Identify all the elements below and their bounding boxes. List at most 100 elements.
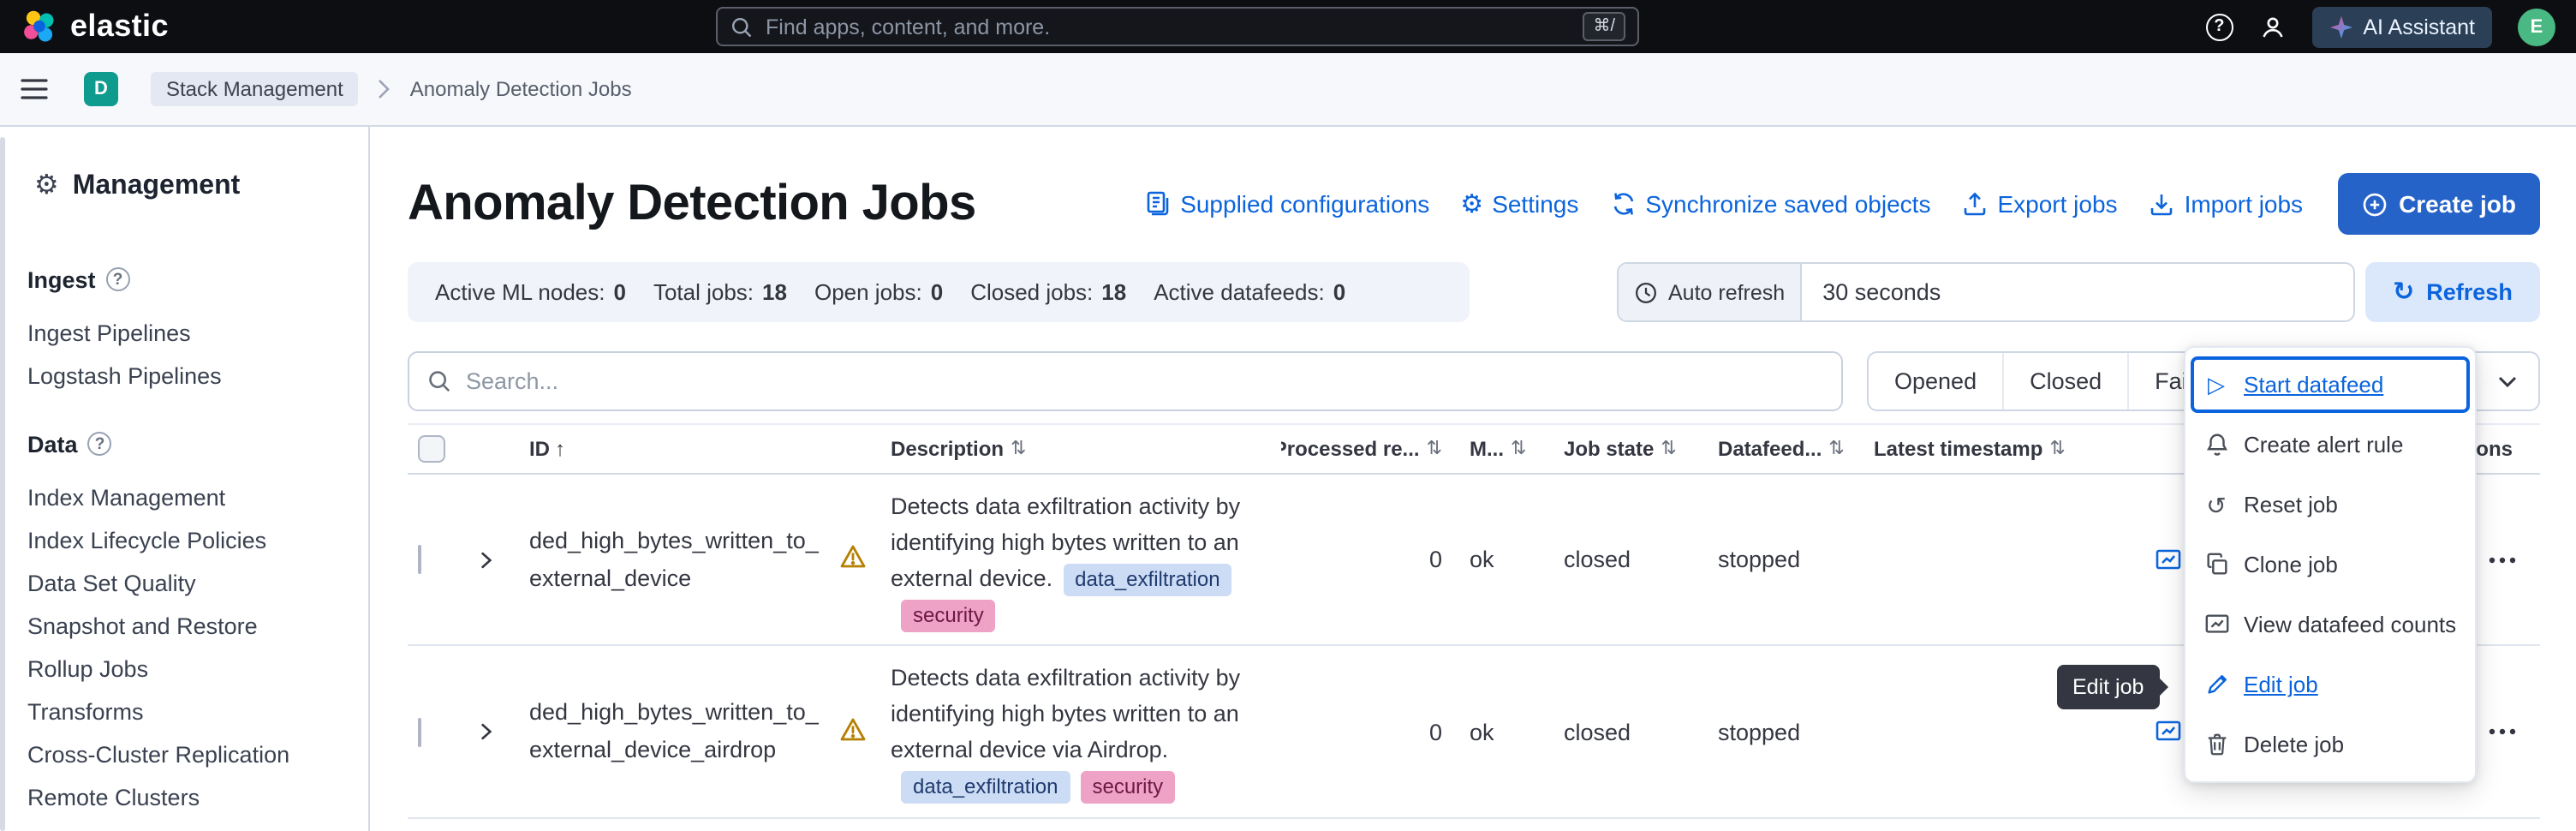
menu-item-reset-job[interactable]: ↺ Reset job: [2185, 475, 2475, 535]
filter-closed[interactable]: Closed: [2004, 353, 2129, 410]
sort-asc-icon: ↑: [555, 439, 565, 459]
copy-icon: [2203, 552, 2230, 577]
create-job-button[interactable]: Create job: [2337, 173, 2540, 235]
column-header-datafeed-state[interactable]: Datafeed...⇅: [1718, 437, 1874, 461]
stat-active-ml-nodes: Active ML nodes:0: [435, 279, 626, 305]
stat-closed-jobs: Closed jobs:18: [970, 279, 1126, 305]
datafeed-state: stopped: [1718, 719, 1874, 744]
jobs-search-input[interactable]: [466, 368, 1824, 394]
sidebar-item-snapshot-and-restore[interactable]: Snapshot and Restore: [27, 605, 368, 648]
breadcrumb-bar: D Stack Management Anomaly Detection Job…: [0, 53, 2576, 127]
users-icon[interactable]: [2258, 13, 2286, 40]
sidebar-item-transforms[interactable]: Transforms: [27, 691, 368, 733]
job-state: closed: [1564, 547, 1718, 572]
stat-open-jobs: Open jobs:0: [814, 279, 943, 305]
gear-icon: ⚙: [1460, 191, 1483, 217]
settings-link[interactable]: ⚙ Settings: [1460, 190, 1578, 218]
sidebar-item-logstash-pipelines[interactable]: Logstash Pipelines: [27, 355, 368, 398]
page-title: Anomaly Detection Jobs: [408, 176, 976, 232]
auto-refresh-control: Auto refresh 30 seconds: [1617, 262, 2355, 322]
brand-name: elastic: [70, 9, 169, 45]
refresh-interval-select[interactable]: 30 seconds: [1802, 264, 2353, 320]
global-header: elastic ⌘/ ? AI: [0, 0, 2576, 53]
row-expand-button[interactable]: [459, 720, 514, 744]
supplied-configurations-link[interactable]: Supplied configurations: [1144, 190, 1429, 218]
chevron-right-icon: [474, 720, 498, 744]
bell-icon: [2203, 432, 2230, 457]
sort-icon: ⇅: [1661, 439, 1676, 458]
sidebar-title: ⚙ Management: [34, 171, 368, 202]
header-actions: ? AI Assistant E: [2205, 6, 2555, 47]
job-id: ded_high_bytes_written_to_external_devic…: [514, 694, 839, 769]
stat-active-datafeeds: Active datafeeds:0: [1154, 279, 1345, 305]
menu-item-create-alert-rule[interactable]: Create alert rule: [2185, 415, 2475, 475]
sidebar-item-ingest-pipelines[interactable]: Ingest Pipelines: [27, 312, 368, 355]
sidebar-heading-ingest: Ingest: [27, 266, 96, 292]
sidebar-item-index-lifecycle-policies[interactable]: Index Lifecycle Policies: [27, 519, 368, 562]
processed-records: 0: [1281, 547, 1449, 572]
breadcrumb-stack-management[interactable]: Stack Management: [151, 72, 359, 106]
export-jobs-link[interactable]: Export jobs: [1961, 190, 2117, 218]
ai-assistant-label: AI Assistant: [2363, 15, 2475, 39]
page-toolbar: Supplied configurations ⚙ Settings: [1144, 173, 2540, 235]
sidebar-item-cross-cluster-replication[interactable]: Cross-Cluster Replication: [27, 733, 368, 776]
view-in-charts-icon[interactable]: [2155, 718, 2182, 745]
job-description: Detects data exfiltration activity by id…: [887, 487, 1278, 631]
brand: elastic: [21, 8, 169, 45]
elastic-logo-icon: [21, 8, 58, 45]
nav-scrollbar[interactable]: [0, 137, 5, 831]
trash-icon: [2203, 732, 2230, 757]
menu-item-view-datafeed-counts[interactable]: View datafeed counts: [2185, 595, 2475, 655]
menu-item-delete-job[interactable]: Delete job: [2185, 714, 2475, 774]
sidebar-item-migrate[interactable]: Migrate: [27, 819, 368, 831]
column-header-job-state[interactable]: Job state⇅: [1564, 437, 1718, 461]
tag-badge: data_exfiltration: [901, 771, 1070, 804]
row-actions-menu-button[interactable]: [2489, 728, 2516, 735]
memory-status: ok: [1449, 719, 1564, 744]
deployment-badge[interactable]: D: [84, 72, 118, 106]
select-all-checkbox[interactable]: [418, 435, 445, 463]
jobs-search[interactable]: [408, 351, 1843, 411]
row-expand-button[interactable]: [459, 547, 514, 571]
avatar[interactable]: E: [2518, 8, 2555, 45]
sidebar-item-remote-clusters[interactable]: Remote Clusters: [27, 776, 368, 819]
tag-badge: security: [901, 599, 996, 631]
sidebar-item-data-set-quality[interactable]: Data Set Quality: [27, 562, 368, 605]
search-icon: [730, 15, 754, 39]
row-actions-context-menu: ▷ Start datafeed Create alert rule ↺ Res…: [2184, 346, 2477, 783]
question-circle-icon[interactable]: ?: [88, 432, 112, 456]
refresh-button[interactable]: ↻ Refresh: [2365, 262, 2540, 322]
stat-total-jobs: Total jobs:18: [653, 279, 787, 305]
breadcrumb-separator-icon: [378, 79, 391, 99]
ai-assistant-button[interactable]: AI Assistant: [2311, 6, 2492, 47]
synchronize-saved-objects-link[interactable]: Synchronize saved objects: [1609, 190, 1930, 218]
sidebar-item-index-management[interactable]: Index Management: [27, 476, 368, 519]
menu-hamburger-icon[interactable]: [21, 77, 48, 101]
import-jobs-link[interactable]: Import jobs: [2149, 190, 2304, 218]
row-checkbox[interactable]: [418, 545, 421, 574]
filter-opened[interactable]: Opened: [1869, 353, 2004, 410]
auto-refresh-toggle[interactable]: Auto refresh: [1619, 264, 1802, 320]
global-search[interactable]: ⌘/: [716, 7, 1639, 46]
global-search-input[interactable]: [766, 15, 1571, 39]
row-checkbox[interactable]: [418, 717, 421, 746]
menu-item-start-datafeed[interactable]: ▷ Start datafeed: [2191, 356, 2470, 413]
column-header-latest-timestamp[interactable]: Latest timestamp⇅: [1874, 437, 2124, 461]
question-circle-icon[interactable]: ?: [106, 267, 130, 291]
help-icon[interactable]: ?: [2205, 13, 2233, 40]
refresh-icon: ↻: [2393, 279, 2414, 305]
menu-item-clone-job[interactable]: Clone job: [2185, 535, 2475, 595]
sidebar-item-rollup-jobs[interactable]: Rollup Jobs: [27, 648, 368, 691]
ai-sparkle-icon: [2329, 15, 2352, 39]
column-header-description[interactable]: Description⇅: [887, 437, 1281, 461]
column-header-memory-status[interactable]: M...⇅: [1449, 437, 1564, 461]
row-actions-menu-button[interactable]: [2489, 556, 2516, 563]
sort-icon: ⇅: [1011, 439, 1026, 458]
memory-status: ok: [1449, 547, 1564, 572]
sidebar-title-label: Management: [73, 171, 241, 202]
menu-item-edit-job[interactable]: Edit job: [2185, 655, 2475, 714]
view-in-charts-icon[interactable]: [2155, 546, 2182, 573]
column-header-processed-records[interactable]: Processed re...⇅: [1281, 437, 1449, 461]
chart-icon: [2203, 612, 2230, 637]
column-header-id[interactable]: ID↑: [514, 437, 839, 461]
